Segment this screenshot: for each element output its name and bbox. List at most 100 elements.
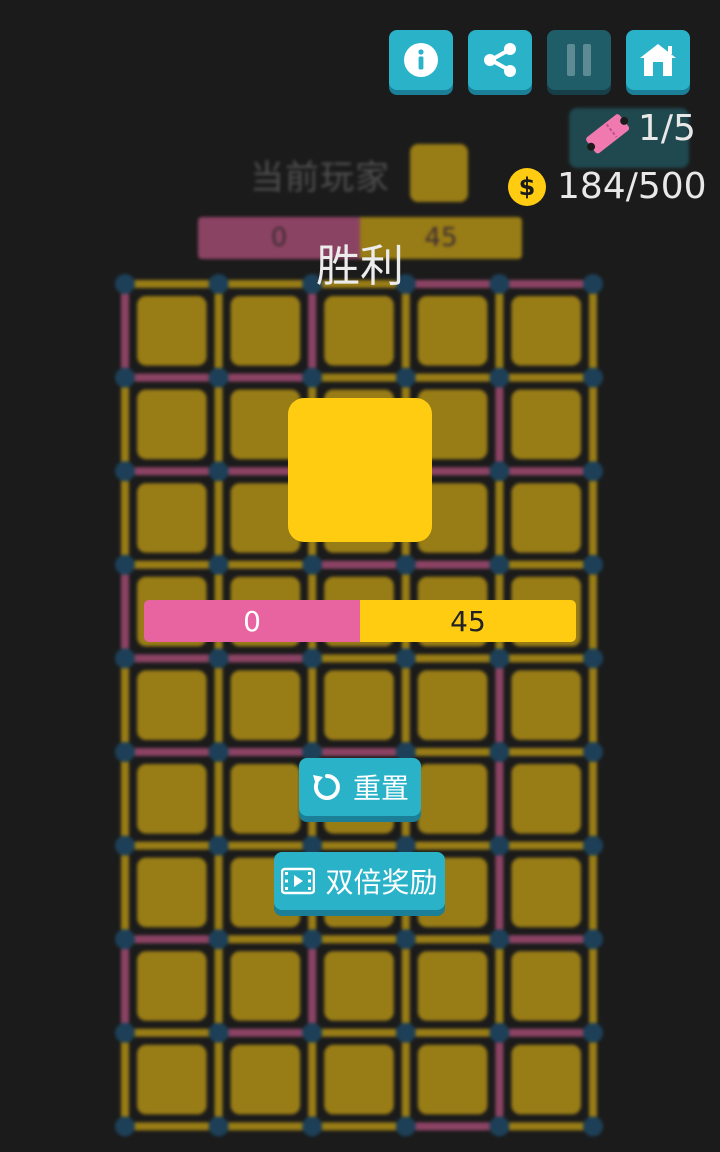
- board-edge-horizontal: [133, 467, 211, 476]
- board-edge-vertical: [121, 666, 129, 744]
- board-dot: [115, 274, 135, 294]
- board-dot: [583, 554, 603, 575]
- board-box: [137, 1044, 207, 1115]
- board-dot: [489, 274, 510, 294]
- home-button[interactable]: [626, 30, 690, 90]
- board-edge-horizontal: [320, 373, 398, 382]
- board-edge-horizontal: [507, 654, 585, 663]
- board-edge-horizontal: [226, 1122, 305, 1131]
- board-edge-horizontal: [226, 280, 305, 288]
- board-edge-horizontal: [226, 841, 305, 850]
- board-edge-vertical: [589, 385, 597, 464]
- ticket-icon: [586, 114, 630, 154]
- board-edge-horizontal: [226, 748, 305, 756]
- board-edge-vertical: [495, 1040, 504, 1119]
- board-dot: [302, 367, 323, 388]
- board-box: [417, 670, 488, 740]
- board-edge-vertical: [121, 292, 129, 370]
- board-edge-horizontal: [507, 467, 585, 476]
- board-box: [417, 296, 488, 366]
- board-box: [511, 670, 581, 740]
- share-icon: [484, 43, 516, 77]
- board-edge-horizontal: [226, 560, 305, 569]
- board-edge-vertical: [589, 1040, 597, 1119]
- board-dot: [583, 367, 603, 388]
- board-dot: [115, 742, 135, 762]
- board-dot: [302, 929, 323, 950]
- board-dot: [395, 367, 416, 388]
- board-edge-horizontal: [413, 373, 492, 382]
- board-edge-vertical: [121, 479, 129, 557]
- board-dot: [208, 554, 229, 575]
- board-edge-horizontal: [226, 935, 305, 944]
- board-edge-vertical: [121, 385, 129, 464]
- double-reward-label: 双倍奖励: [325, 866, 438, 899]
- board-dot: [489, 929, 510, 950]
- board-dot: [208, 835, 229, 856]
- board-dot: [302, 1116, 323, 1137]
- board-dot: [489, 1022, 510, 1043]
- board-edge-horizontal: [226, 1028, 305, 1037]
- board-edge-vertical: [589, 853, 597, 932]
- board-dot: [208, 1116, 229, 1137]
- board-edge-vertical: [214, 947, 223, 1025]
- board-edge-horizontal: [320, 1122, 398, 1131]
- board-edge-vertical: [495, 385, 504, 464]
- winner-swatch: [288, 398, 432, 542]
- board-edge-vertical: [308, 666, 317, 744]
- board-edge-vertical: [589, 572, 597, 651]
- board-edge-vertical: [401, 1040, 410, 1119]
- board-dot: [395, 1022, 416, 1043]
- board-box: [230, 951, 301, 1021]
- board-box: [511, 483, 581, 553]
- board-box: [417, 764, 488, 834]
- share-button[interactable]: [468, 30, 532, 90]
- board-box: [324, 951, 394, 1021]
- board-dot: [208, 461, 229, 482]
- board-dot: [489, 648, 510, 669]
- board-edge-horizontal: [413, 280, 492, 288]
- board-edge-horizontal: [507, 841, 585, 850]
- board-edge-vertical: [495, 292, 504, 370]
- pause-button[interactable]: [547, 30, 611, 90]
- board-box: [511, 951, 581, 1021]
- board-dot: [115, 648, 135, 669]
- double-reward-button[interactable]: 双倍奖励: [274, 852, 445, 910]
- board-dot: [583, 929, 603, 950]
- board-edge-vertical: [495, 760, 504, 838]
- board-dot: [208, 274, 229, 294]
- board-edge-vertical: [121, 572, 129, 651]
- board-edge-horizontal: [133, 654, 211, 663]
- board-edge-vertical: [214, 760, 223, 838]
- board-edge-horizontal: [507, 748, 585, 756]
- board-dot: [489, 835, 510, 856]
- board-edge-vertical: [495, 947, 504, 1025]
- board-dot: [208, 367, 229, 388]
- board-edge-vertical: [401, 947, 410, 1025]
- board-dot: [395, 1116, 416, 1137]
- board-edge-horizontal: [226, 373, 305, 382]
- board-dot: [115, 554, 135, 575]
- board-dot: [489, 554, 510, 575]
- board-box: [417, 1044, 488, 1115]
- board-edge-horizontal: [507, 935, 585, 944]
- board-edge-horizontal: [507, 560, 585, 569]
- info-button[interactable]: [389, 30, 453, 90]
- board-edge-horizontal: [320, 1028, 398, 1037]
- board-box: [137, 951, 207, 1021]
- board-edge-horizontal: [320, 560, 398, 569]
- final-score-bar: 0 45: [144, 600, 576, 642]
- board-edge-vertical: [308, 947, 317, 1025]
- board-dot: [115, 929, 135, 950]
- board-dot: [489, 367, 510, 388]
- board-edge-horizontal: [413, 935, 492, 944]
- reset-button[interactable]: 重置: [299, 758, 421, 816]
- board-edge-vertical: [214, 479, 223, 557]
- board-box: [137, 857, 207, 928]
- board-edge-horizontal: [133, 373, 211, 382]
- board-dot: [115, 367, 135, 388]
- board-dot: [489, 742, 510, 762]
- board-edge-vertical: [214, 853, 223, 932]
- reset-label: 重置: [352, 772, 409, 805]
- board-edge-vertical: [589, 760, 597, 838]
